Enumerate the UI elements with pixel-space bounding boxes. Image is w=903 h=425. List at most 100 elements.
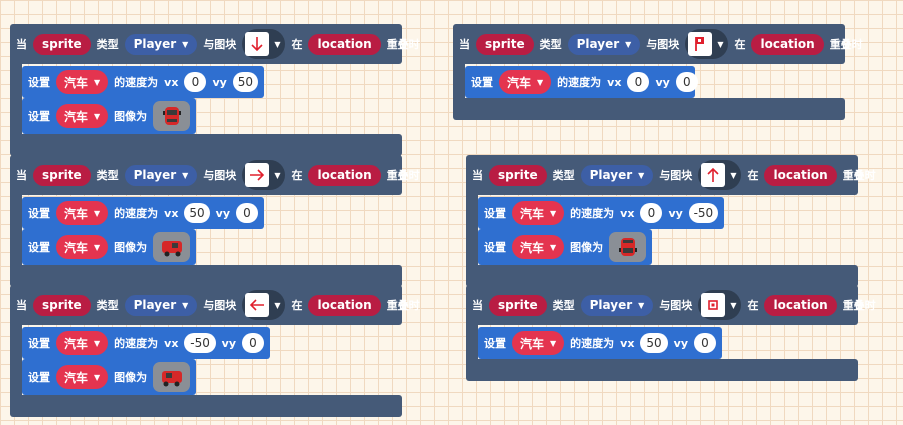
when-label: 当 bbox=[472, 299, 483, 312]
event-hat[interactable]: 当 sprite 类型 Player ▼ 与图块 ▼ 在 location 重叠时 bbox=[466, 285, 876, 325]
car-variable[interactable]: 汽车 ▼ bbox=[56, 235, 109, 259]
sprite-variable[interactable]: sprite bbox=[33, 294, 91, 316]
with-tile-label: 与图块 bbox=[203, 169, 237, 182]
location-variable[interactable]: location bbox=[308, 164, 381, 186]
car-variable[interactable]: 汽车 ▼ bbox=[512, 235, 565, 259]
overlap-event-block-up[interactable]: 当 sprite 类型 Player ▼ 与图块 ▼ 在 location 重叠时… bbox=[466, 155, 876, 287]
type-label: 类型 bbox=[96, 38, 119, 51]
event-hat[interactable]: 当 sprite 类型 Player ▼ 与图块 ▼ 在 location 重叠时 bbox=[466, 155, 876, 195]
vx-label: vx bbox=[620, 336, 635, 350]
event-hat[interactable]: 当 sprite 类型 Player ▼ 与图块 ▼ 在 location 重叠时 bbox=[10, 24, 420, 64]
set-label: 设置 bbox=[471, 76, 493, 89]
vy-input[interactable]: 0 bbox=[242, 333, 264, 353]
set-label: 设置 bbox=[28, 76, 50, 89]
car-variable[interactable]: 汽车 ▼ bbox=[56, 365, 109, 389]
vy-label: vy bbox=[655, 75, 670, 89]
set-image-block[interactable]: 设置 汽车 ▼ 图像为 bbox=[478, 229, 652, 265]
overlap-event-block-right[interactable]: 当 sprite 类型 Player ▼ 与图块 ▼ 在 location 重叠时… bbox=[10, 155, 420, 287]
event-hat[interactable]: 当 sprite 类型 Player ▼ 与图块 ▼ 在 location 重叠时 bbox=[10, 155, 420, 195]
at-label: 在 bbox=[291, 169, 303, 182]
at-label: 在 bbox=[291, 299, 303, 312]
set-label: 设置 bbox=[484, 337, 506, 350]
set-image-block[interactable]: 设置 汽车 ▼ 图像为 bbox=[22, 359, 196, 395]
tile-picker[interactable]: ▼ bbox=[685, 29, 729, 59]
car-variable[interactable]: 汽车 ▼ bbox=[56, 104, 109, 128]
image-picker[interactable] bbox=[153, 362, 190, 392]
location-variable[interactable]: location bbox=[308, 33, 381, 55]
vx-input[interactable]: -50 bbox=[184, 333, 216, 353]
kind-dropdown[interactable]: Player ▼ bbox=[124, 164, 198, 186]
set-velocity-block[interactable]: 设置 汽车 ▼ 的速度为 vx 0 vy 0 bbox=[465, 66, 698, 98]
sprite-variable[interactable]: sprite bbox=[489, 164, 547, 186]
kind-dropdown[interactable]: Player ▼ bbox=[124, 33, 198, 55]
kind-dropdown[interactable]: Player ▼ bbox=[124, 294, 198, 316]
vx-input[interactable]: 50 bbox=[184, 203, 210, 223]
tile-picker[interactable]: ▼ bbox=[698, 160, 742, 190]
car-back-icon bbox=[618, 238, 637, 256]
car-variable[interactable]: 汽车 ▼ bbox=[56, 70, 109, 94]
vx-input[interactable]: 50 bbox=[640, 333, 668, 353]
kind-dropdown[interactable]: Player ▼ bbox=[580, 294, 654, 316]
tile-picker[interactable]: ▼ bbox=[242, 160, 286, 190]
overlap-event-block-stop[interactable]: 当 sprite 类型 Player ▼ 与图块 ▼ 在 location 重叠时… bbox=[466, 285, 876, 381]
set-label: 设置 bbox=[28, 241, 50, 254]
vy-input[interactable]: 0 bbox=[694, 333, 716, 353]
kind-dropdown[interactable]: Player ▼ bbox=[580, 164, 654, 186]
overlap-event-block-left[interactable]: 当 sprite 类型 Player ▼ 与图块 ▼ 在 location 重叠时… bbox=[10, 285, 420, 417]
set-velocity-block[interactable]: 设置 汽车 ▼ 的速度为 vx -50 vy 0 bbox=[22, 327, 270, 359]
car-variable[interactable]: 汽车 ▼ bbox=[512, 331, 565, 355]
image-picker[interactable] bbox=[153, 101, 190, 131]
tile-picker[interactable]: ▼ bbox=[242, 290, 286, 320]
image-picker[interactable] bbox=[609, 232, 646, 262]
set-velocity-block[interactable]: 设置 汽车 ▼ 的速度为 vx 0 vy 50 bbox=[22, 66, 264, 98]
velocity-label: 的速度为 bbox=[114, 337, 159, 350]
set-velocity-block[interactable]: 设置 汽车 ▼ 的速度为 vx 50 vy 0 bbox=[478, 327, 722, 359]
image-label: 图像为 bbox=[114, 241, 148, 254]
image-picker[interactable] bbox=[153, 232, 190, 262]
location-variable[interactable]: location bbox=[764, 164, 837, 186]
arrow-up-icon bbox=[701, 163, 726, 187]
event-hat[interactable]: 当 sprite 类型 Player ▼ 与图块 ▼ 在 location 重叠时 bbox=[453, 24, 863, 64]
set-image-block[interactable]: 设置 汽车 ▼ 图像为 bbox=[22, 229, 196, 265]
tile-picker[interactable]: ▼ bbox=[242, 29, 286, 59]
tile-picker[interactable]: ▼ bbox=[698, 290, 742, 320]
sprite-variable[interactable]: sprite bbox=[33, 164, 91, 186]
with-tile-label: 与图块 bbox=[659, 299, 693, 312]
overlap-label: 重叠时 bbox=[829, 38, 863, 51]
vy-input[interactable]: 0 bbox=[236, 203, 258, 223]
sprite-variable[interactable]: sprite bbox=[489, 294, 547, 316]
car-variable[interactable]: 汽车 ▼ bbox=[499, 70, 552, 94]
velocity-label: 的速度为 bbox=[114, 207, 159, 220]
overlap-event-block-down[interactable]: 当 sprite 类型 Player ▼ 与图块 ▼ 在 location 重叠时… bbox=[10, 24, 420, 156]
location-variable[interactable]: location bbox=[764, 294, 837, 316]
event-footer bbox=[466, 359, 858, 381]
velocity-label: 的速度为 bbox=[557, 76, 602, 89]
velocity-label: 的速度为 bbox=[114, 76, 159, 89]
set-velocity-block[interactable]: 设置 汽车 ▼ 的速度为 vx 50 vy 0 bbox=[22, 197, 264, 229]
vy-label: vy bbox=[668, 206, 683, 220]
at-label: 在 bbox=[291, 38, 303, 51]
with-tile-label: 与图块 bbox=[203, 38, 237, 51]
vx-input[interactable]: 0 bbox=[640, 203, 663, 223]
kind-dropdown[interactable]: Player ▼ bbox=[567, 33, 641, 55]
event-footer bbox=[10, 134, 402, 156]
vy-input[interactable]: 50 bbox=[232, 72, 258, 92]
vy-input[interactable]: 0 bbox=[675, 72, 698, 92]
arrow-right-icon bbox=[245, 163, 270, 187]
car-variable[interactable]: 汽车 ▼ bbox=[56, 201, 109, 225]
set-image-block[interactable]: 设置 汽车 ▼ 图像为 bbox=[22, 98, 196, 134]
location-variable[interactable]: location bbox=[751, 33, 824, 55]
car-variable[interactable]: 汽车 ▼ bbox=[512, 201, 565, 225]
vy-label: vy bbox=[212, 75, 227, 89]
set-velocity-block[interactable]: 设置 汽车 ▼ 的速度为 vx 0 vy -50 bbox=[478, 197, 724, 229]
sprite-variable[interactable]: sprite bbox=[33, 33, 91, 55]
event-hat[interactable]: 当 sprite 类型 Player ▼ 与图块 ▼ 在 location 重叠时 bbox=[10, 285, 420, 325]
vx-input[interactable]: 0 bbox=[184, 72, 207, 92]
car-variable[interactable]: 汽车 ▼ bbox=[56, 331, 109, 355]
vy-input[interactable]: -50 bbox=[688, 203, 718, 223]
location-variable[interactable]: location bbox=[308, 294, 381, 316]
vx-input[interactable]: 0 bbox=[627, 72, 650, 92]
at-label: 在 bbox=[747, 299, 759, 312]
overlap-event-block-flag[interactable]: 当 sprite 类型 Player ▼ 与图块 ▼ 在 location 重叠时… bbox=[453, 24, 863, 120]
sprite-variable[interactable]: sprite bbox=[476, 33, 534, 55]
